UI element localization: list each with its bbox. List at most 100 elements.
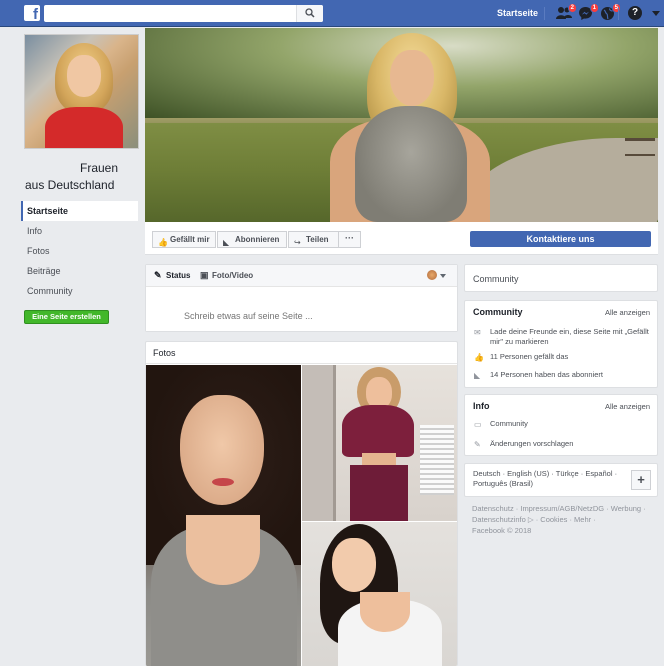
nav-item-photos[interactable]: Fotos: [21, 241, 138, 261]
thumbs-up-icon: 👍: [474, 353, 484, 362]
notifications-button[interactable]: 5: [600, 3, 621, 21]
chevron-down-icon[interactable]: [440, 274, 446, 278]
invite-friends-row[interactable]: ✉ Lade deine Freunde ein, diese Seite mi…: [465, 327, 657, 347]
notifications-badge: 5: [611, 3, 621, 13]
info-section: Info Alle anzeigen ▭ Community ✎ Änderun…: [464, 394, 658, 456]
divider: [618, 7, 619, 20]
community-label: Community: [473, 274, 519, 284]
footer-line[interactable]: Datenschutz · Impressum/AGB/NetzDG · Wer…: [472, 503, 658, 514]
follow-button[interactable]: ◣ Abonnieren: [217, 231, 287, 248]
photo-thumbnail[interactable]: [302, 365, 457, 521]
photos-title[interactable]: Fotos: [146, 342, 457, 364]
help-icon[interactable]: ?: [628, 6, 642, 20]
friend-requests-button[interactable]: 2: [556, 3, 577, 21]
page-title-line1: Frauen: [80, 161, 119, 175]
pencil-icon: ✎: [474, 440, 481, 449]
nav-item-posts[interactable]: Beiträge: [21, 261, 138, 281]
divider: [544, 7, 545, 20]
share-button-label: Teilen: [306, 235, 329, 244]
info-see-all-link[interactable]: Alle anzeigen: [605, 402, 650, 411]
search-button[interactable]: [296, 5, 323, 22]
follows-row: ◣ 14 Personen haben das abonniert: [465, 370, 657, 380]
friend-requests-badge: 2: [567, 3, 577, 13]
create-page-button[interactable]: Eine Seite erstellen: [24, 310, 109, 324]
thumbs-up-icon: 👍: [158, 238, 168, 247]
tab-photo-video-label: Foto/Video: [212, 271, 254, 280]
community-section-title: Community: [473, 307, 523, 317]
composer-avatar[interactable]: [427, 270, 437, 280]
footer-links: Datenschutz · Impressum/AGB/NetzDG · Wer…: [472, 503, 658, 536]
photo-shape: [350, 465, 408, 521]
follow-button-label: Abonnieren: [235, 235, 280, 244]
top-navigation-bar: f Startseite 2 1 5 ?: [0, 0, 664, 27]
search-icon: [305, 8, 315, 18]
nav-item-community[interactable]: Community: [21, 281, 138, 301]
photo-icon: ▣: [200, 270, 209, 280]
like-button-label: Gefällt mir: [170, 235, 210, 244]
rss-icon: ◣: [223, 238, 230, 247]
cover-photo[interactable]: [145, 28, 658, 222]
photo-shape: [302, 365, 336, 521]
composer-tabs: ✎ Status ▣ Foto/Video: [146, 265, 457, 287]
facebook-logo-icon[interactable]: f: [24, 5, 40, 21]
post-composer: ✎ Status ▣ Foto/Video: [145, 264, 458, 332]
follows-count-text: 14 Personen haben das abonniert: [490, 370, 604, 379]
language-links[interactable]: Deutsch · English (US) · Türkçe · Españo…: [473, 469, 623, 489]
footer-line[interactable]: Datenschutzinfo ▷ · Cookies · Mehr ·: [472, 514, 658, 525]
photo-shape: [342, 405, 414, 457]
invite-friends-text: Lade deine Freunde ein, diese Seite mit …: [490, 327, 649, 346]
tab-photo-video[interactable]: ▣ Foto/Video: [200, 270, 254, 280]
language-selector: Deutsch · English (US) · Türkçe · Españo…: [464, 463, 658, 497]
category-row[interactable]: ▭ Community: [465, 419, 657, 429]
photo-shape: [180, 395, 264, 505]
photo-shape: [420, 425, 454, 495]
like-button[interactable]: 👍 Gefällt mir: [152, 231, 216, 248]
suggest-edits-text: Änderungen vorschlagen: [490, 439, 574, 448]
info-section-header: Info Alle anzeigen: [465, 395, 657, 415]
page-navigation: Startseite Info Fotos Beiträge Community: [21, 201, 138, 301]
photo-shape: [45, 107, 123, 148]
photo-shape: [67, 55, 101, 97]
photos-section: Fotos: [145, 341, 458, 666]
community-section: Community Alle anzeigen ✉ Lade deine Fre…: [464, 300, 658, 388]
tab-status-label: Status: [166, 271, 191, 280]
add-language-button[interactable]: +: [631, 470, 651, 490]
suggest-edits-row[interactable]: ✎ Änderungen vorschlagen: [465, 439, 657, 449]
community-label-card: Community: [464, 264, 658, 292]
share-arrow-icon: ↪: [294, 238, 301, 247]
rss-icon: ◣: [474, 371, 481, 380]
likes-row: 👍 11 Personen gefällt das: [465, 352, 657, 362]
tag-icon: ▭: [474, 420, 482, 429]
invite-icon: ✉: [474, 328, 481, 337]
pencil-icon: ✎: [154, 270, 162, 280]
info-section-title: Info: [473, 401, 490, 411]
photo-shape: [212, 478, 234, 486]
community-see-all-link[interactable]: Alle anzeigen: [605, 308, 650, 317]
likes-count-text: 11 Personen gefällt das: [490, 352, 569, 361]
photo-shape: [186, 515, 260, 585]
category-text: Community: [490, 419, 528, 428]
footer-copyright: Facebook © 2018: [472, 526, 532, 535]
messages-button[interactable]: 1: [578, 3, 599, 21]
contact-us-button[interactable]: Kontaktiere uns: [470, 231, 651, 247]
nav-item-info[interactable]: Info: [21, 221, 138, 241]
search-input[interactable]: [44, 5, 323, 22]
tab-status[interactable]: ✎ Status: [154, 270, 191, 280]
page-profile-picture[interactable]: [24, 34, 139, 149]
nav-item-home[interactable]: Startseite: [21, 201, 138, 221]
share-button[interactable]: ↪ Teilen: [288, 231, 341, 248]
home-link[interactable]: Startseite: [497, 8, 538, 18]
account-menu-caret-icon[interactable]: [652, 11, 660, 16]
photo-thumbnail[interactable]: [302, 522, 457, 666]
composer-input[interactable]: [146, 287, 457, 331]
messages-badge: 1: [589, 3, 599, 13]
photo-shape: [360, 592, 410, 632]
photo-shape: [625, 138, 655, 156]
photo-shape: [355, 106, 467, 222]
photo-shape: [390, 50, 434, 106]
photo-shape: [332, 538, 376, 592]
more-options-button[interactable]: ···: [338, 231, 361, 248]
community-section-header: Community Alle anzeigen: [465, 301, 657, 321]
photo-thumbnail[interactable]: [146, 365, 301, 666]
page-title[interactable]: Frauen aus Deutschland: [25, 160, 140, 194]
